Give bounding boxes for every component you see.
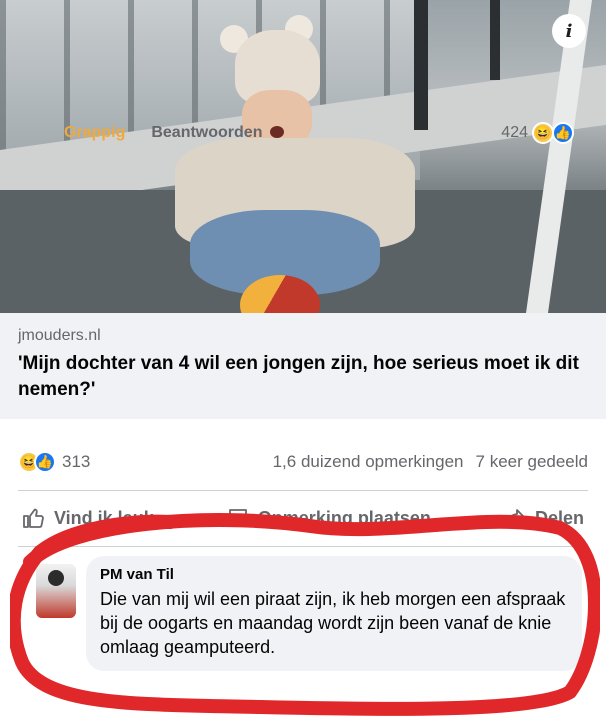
comment-text: Die van mij wil een piraat zijn, ik heb … — [100, 589, 566, 657]
comment-bubble[interactable]: PM van Til Die van mij wil een piraat zi… — [86, 556, 582, 671]
reactions-summary[interactable]: 😆 👍 313 — [18, 451, 90, 473]
haha-icon: 😆 — [532, 122, 554, 144]
link-domain: jmouders.nl — [18, 327, 101, 344]
thumbs-up-icon — [23, 508, 44, 528]
reply-button[interactable]: Beantwoorden — [151, 124, 262, 142]
post-stats: 😆 👍 313 1,6 duizend opmerkingen 7 keer g… — [0, 440, 606, 484]
share-button-label: Delen — [534, 507, 584, 528]
comment-button-label: Opmerking plaatsen — [257, 507, 431, 528]
share-arrow-icon — [505, 509, 525, 526]
share-button[interactable]: Delen — [503, 506, 584, 530]
comment-author[interactable]: PM van Til — [100, 566, 568, 583]
post-image[interactable]: i — [0, 0, 606, 313]
comment-icon — [228, 509, 247, 527]
divider — [18, 490, 588, 491]
divider — [18, 546, 588, 547]
info-icon[interactable]: i — [552, 14, 586, 48]
link-preview[interactable]: jmouders.nl 'Mijn dochter van 4 wil een … — [0, 313, 606, 419]
like-button-label: Vind ik leuk — [54, 507, 154, 528]
comment-reaction-count: 424 — [501, 124, 528, 141]
comment-count[interactable]: 1,6 duizend opmerkingen — [273, 452, 464, 472]
like-button[interactable]: Vind ik leuk — [22, 506, 154, 530]
link-title[interactable]: 'Mijn dochter van 4 wil een jongen zijn,… — [18, 351, 588, 403]
child-figure — [150, 15, 450, 313]
post-actions: Vind ik leuk Opmerking plaatsen Delen — [0, 496, 606, 540]
like-icon: 👍 — [552, 122, 574, 144]
comment-actions: Grappig Beantwoorden 424 😆 👍 — [64, 122, 574, 144]
comment-button[interactable]: Opmerking plaatsen — [226, 506, 431, 530]
comment-reaction-button[interactable]: Grappig — [64, 124, 125, 142]
reaction-count: 313 — [62, 452, 91, 471]
pole — [490, 0, 500, 80]
avatar[interactable] — [36, 564, 76, 618]
share-count[interactable]: 7 keer gedeeld — [476, 452, 588, 472]
like-icon: 👍 — [34, 451, 56, 473]
comment-reactions[interactable]: 424 😆 👍 — [501, 122, 574, 144]
